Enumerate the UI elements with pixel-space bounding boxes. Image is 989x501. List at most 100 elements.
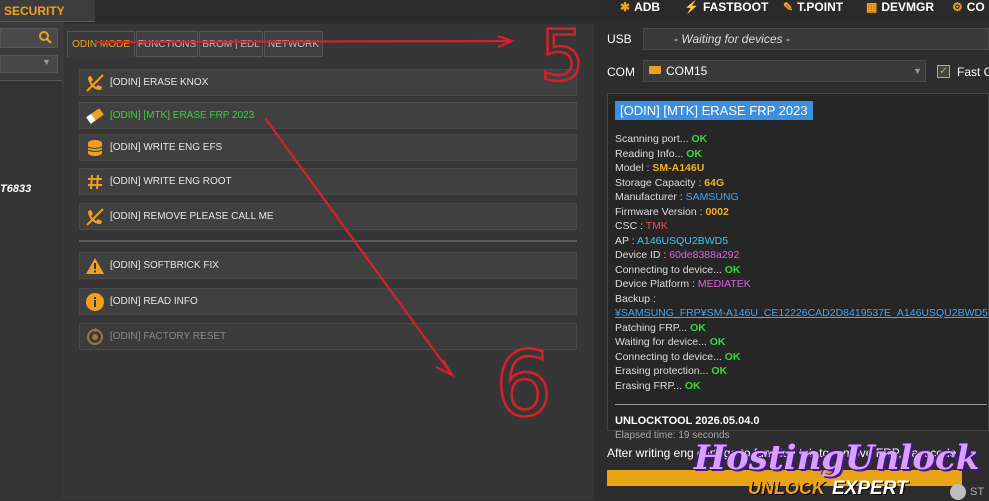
factory-reset-button[interactable]: [ODIN] FACTORY RESET [79, 323, 577, 350]
lightning-icon: ⚡ [684, 0, 699, 14]
softbrick-fix-button[interactable]: [ODIN] SOFTBRICK FIX [79, 252, 577, 279]
usb-label: USB [607, 32, 632, 46]
log-line: Waiting for device... OK [615, 336, 725, 348]
warning-icon [84, 255, 106, 277]
phone-off-icon [84, 72, 106, 94]
fast-connect-label: Fast C [957, 65, 989, 79]
log-line[interactable]: ¥SAMSUNG_FRP¥SM-A146U_CE12226CAD2D841953… [615, 307, 988, 319]
function-label: [ODIN] SOFTBRICK FIX [110, 260, 219, 271]
watermark-expert: EXPERT [832, 478, 908, 499]
log-key: AP : [615, 234, 637, 247]
log-value: OK [684, 379, 701, 392]
log-value: OK [711, 365, 728, 377]
divider [79, 240, 577, 242]
log-key: Storage Capacity : [615, 176, 705, 189]
log-value: 64G [704, 176, 725, 189]
function-label: [ODIN] REMOVE PLEASE CALL ME [110, 211, 274, 222]
log-line: AP : A146USQU2BWD5 [615, 235, 728, 247]
top-bar [95, 0, 600, 22]
function-label: [ODIN] FACTORY RESET [110, 331, 227, 342]
log-value: SM-A146U [652, 162, 705, 174]
write-eng-root-button[interactable]: [ODIN] WRITE ENG ROOT [79, 168, 577, 195]
function-label: [ODIN] ERASE KNOX [110, 77, 209, 88]
log-line: Erasing protection... OK [615, 365, 727, 377]
log-value: MEDIATEK [697, 278, 751, 290]
erase-knox-button[interactable]: [ODIN] ERASE KNOX [79, 69, 577, 96]
reset-icon [84, 326, 106, 348]
tpoint-button[interactable]: ✎ T.POINT [783, 0, 843, 16]
log-key: CSC : [615, 220, 646, 232]
model-list-item[interactable]: T6833 [0, 183, 31, 195]
device-manager-icon: ▦ [866, 0, 878, 14]
fastboot-button[interactable]: ⚡ FASTBOOT [684, 0, 768, 16]
function-label: [ODIN] WRITE ENG ROOT [110, 176, 232, 187]
phone-off-icon [84, 206, 106, 228]
version-text: UNLOCKTOOL 2026.05.04.0 [615, 415, 760, 427]
log-value: OK [686, 147, 702, 160]
fast-connect-checkbox[interactable]: ✓ [937, 65, 950, 78]
log-value: 60de8388a292 [669, 249, 740, 261]
log-key: Connecting to device... [615, 350, 725, 363]
gear-icon: ⚙ [952, 0, 963, 14]
tab-functions[interactable]: FUNCTIONS [136, 31, 198, 57]
log-value: OK [724, 350, 741, 363]
stop-label: ST [970, 486, 985, 498]
eraser-icon [84, 105, 106, 127]
info-icon [84, 291, 106, 313]
log-key: Backup : [615, 292, 656, 305]
log-line: Erasing FRP... OK [615, 380, 701, 392]
log-key: Scanning port... [615, 133, 692, 145]
log-key: Erasing FRP... [615, 379, 685, 392]
com-port-select[interactable]: COM15 [643, 60, 926, 82]
log-key: Reading Info... [615, 147, 687, 160]
chevron-down-icon[interactable]: ▼ [913, 66, 922, 76]
log-value[interactable]: ¥SAMSUNG_FRP¥SM-A146U_CE12226CAD2D841953… [615, 307, 988, 319]
log-line: Model : SM-A146U [615, 162, 704, 174]
tab-brom-edl[interactable]: BROM | EDL [199, 31, 263, 57]
log-divider [615, 404, 987, 405]
log-value: OK [709, 336, 726, 348]
log-line: CSC : TMK [615, 220, 668, 232]
log-value: TMK [645, 220, 668, 232]
watermark-text: HostingUnlock [694, 438, 980, 478]
pin-icon: ✎ [783, 0, 794, 14]
log-key: Firmware Version : [615, 205, 706, 218]
adb-button[interactable]: ✱ ADB [620, 0, 660, 16]
log-line: Backup : [615, 293, 656, 305]
log-header: [ODIN] [MTK] ERASE FRP 2023 [615, 101, 813, 120]
read-info-button[interactable]: [ODIN] READ INFO [79, 288, 577, 315]
log-value: 0002 [705, 205, 729, 218]
com-label: COM [607, 65, 635, 79]
function-label: [ODIN] READ INFO [110, 296, 198, 307]
log-key: Patching FRP... [615, 321, 691, 334]
log-line: Manufacturer : SAMSUNG [615, 191, 739, 203]
log-line: Reading Info... OK [615, 148, 702, 160]
erase-frp-2023-button[interactable]: [ODIN] [MTK] ERASE FRP 2023 [79, 102, 577, 129]
database-icon [84, 137, 106, 159]
remove-please-call-me-button[interactable]: [ODIN] REMOVE PLEASE CALL ME [79, 203, 577, 230]
log-key: Erasing protection... [615, 365, 712, 377]
tab-odin-mode[interactable]: ODIN MODE [67, 31, 135, 57]
function-label: [ODIN] [MTK] ERASE FRP 2023 [110, 110, 255, 121]
watermark-unlock: UNLOCK [748, 478, 825, 498]
log-value: SAMSUNG [685, 191, 739, 203]
hash-icon [84, 171, 106, 193]
stop-button[interactable] [950, 484, 966, 500]
devmgr-button[interactable]: ▦ DEVMGR [866, 0, 934, 16]
function-label: [ODIN] WRITE ENG EFS [110, 142, 223, 153]
config-button[interactable]: ⚙ CO [952, 0, 985, 16]
write-eng-efs-button[interactable]: [ODIN] WRITE ENG EFS [79, 134, 577, 161]
log-key: Waiting for device... [615, 336, 710, 348]
tab-network[interactable]: NETWORK [264, 31, 323, 57]
security-tab[interactable]: SECURITY [0, 0, 95, 22]
search-icon[interactable] [38, 30, 52, 44]
log-key: Model : [615, 162, 653, 174]
log-line: Patching FRP... OK [615, 322, 706, 334]
log-value: OK [724, 263, 741, 276]
usb-status-field: - Waiting for devices - [643, 28, 989, 50]
model-list[interactable] [0, 80, 62, 501]
log-line: Storage Capacity : 64G [615, 177, 724, 189]
bug-icon: ✱ [620, 0, 631, 14]
log-line: Device Platform : MEDIATEK [615, 278, 751, 290]
port-icon [649, 66, 661, 74]
